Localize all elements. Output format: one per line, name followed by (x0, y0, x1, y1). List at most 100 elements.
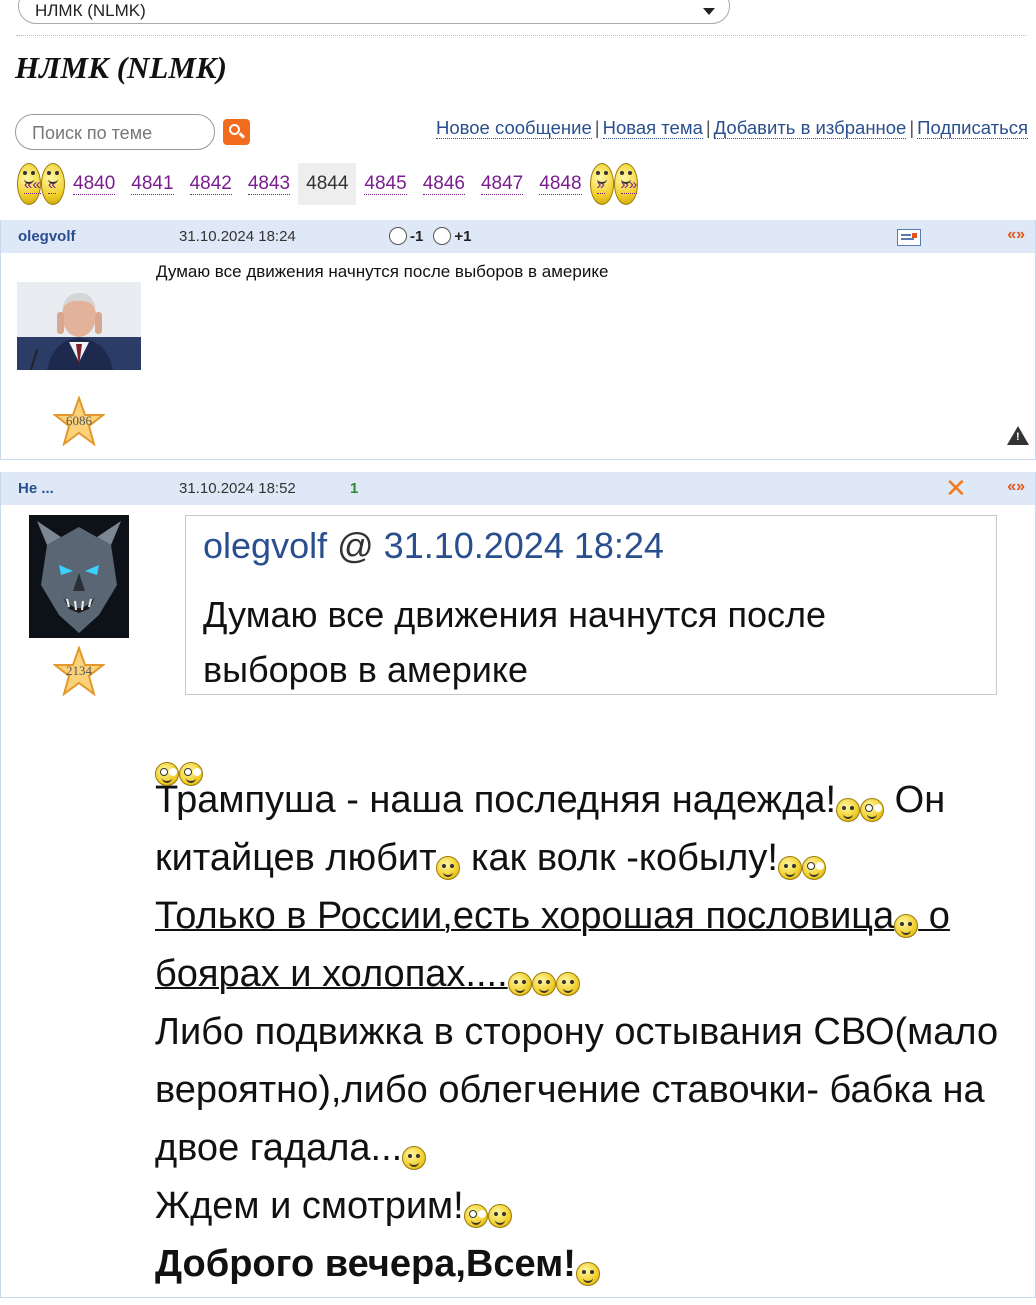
smiley-icon (777, 856, 802, 880)
post-paragraph: Либо подвижка в сторону остывания СВО(ма… (155, 1003, 1025, 1177)
profile-card-icon[interactable] (897, 229, 921, 246)
pager-page[interactable]: 4840 (65, 163, 123, 205)
pager-page-label: 4843 (247, 173, 291, 195)
pager-prev[interactable]: « (41, 163, 65, 205)
vote-plus-radio[interactable] (433, 227, 452, 245)
pager-page[interactable]: 4841 (123, 163, 181, 205)
vote-minus-radio[interactable] (389, 227, 407, 245)
post-text-line: Только в России,есть хорошая пословица (155, 895, 895, 937)
separator: | (909, 117, 915, 138)
vote-plus-label: +1 (454, 228, 472, 245)
chevron-down-icon (703, 8, 715, 15)
pager-page[interactable]: 4843 (240, 163, 298, 205)
pager-page-label: 4845 (364, 173, 407, 195)
pager-page-label: 4840 (73, 173, 116, 195)
rating-value: 6086 (66, 413, 92, 428)
pager-last-label: »» (620, 176, 638, 194)
post-author[interactable]: olegvolf (18, 228, 76, 245)
pager-page[interactable]: 4848 (531, 163, 589, 205)
smiley-icon (507, 972, 532, 996)
smiley-row (155, 735, 1025, 786)
smiley-icon (463, 1204, 488, 1228)
post-paragraph: Трампуша - наша последняя надежда! Он ки… (155, 771, 1025, 887)
pager-page[interactable]: 4842 (182, 163, 240, 205)
pager-next[interactable]: » (589, 163, 614, 205)
separator: | (594, 117, 600, 138)
pager-page[interactable]: 4845 (356, 163, 414, 205)
quote-author[interactable]: olegvolf (203, 525, 327, 566)
avatar[interactable] (17, 282, 141, 370)
quote-at: @ (337, 525, 374, 566)
post-text-line: Ждем и смотрим! (155, 1185, 464, 1227)
add-favorite-link[interactable]: Добавить в избранное (713, 117, 907, 139)
post-text-line: Либо подвижка в сторону остывания СВО(ма… (155, 1011, 999, 1169)
quote-date[interactable]: 31.10.2024 18:24 (384, 525, 664, 566)
smiley-icon (575, 1262, 600, 1286)
post-text-line: Трампуша - наша последняя надежда! (155, 779, 837, 821)
post-text: Трампуша - наша последняя надежда! Он ки… (155, 735, 1025, 1293)
pager-page-label: 4848 (539, 173, 582, 195)
pager-page-label: 4847 (480, 173, 524, 195)
smiley-icon (402, 1146, 427, 1170)
pager-page-label: 4841 (131, 173, 174, 195)
post-text-line: Доброго вечера,Всем! (155, 1243, 576, 1285)
post-date: 31.10.2024 18:24 (179, 228, 296, 245)
new-message-link[interactable]: Новое сообщение (436, 117, 592, 139)
smiley-icon (555, 972, 580, 996)
divider (16, 35, 1026, 36)
avatar[interactable] (29, 515, 129, 638)
post-text-line: как волк -кобылу! (460, 837, 778, 879)
pager-page[interactable]: 4847 (473, 163, 531, 205)
topic-select-value: НЛМК (NLMK) (35, 1, 146, 20)
new-topic-link[interactable]: Новая тема (602, 117, 703, 139)
page-title: НЛМК (NLMK) (15, 50, 227, 85)
post-header: olegvolf 31.10.2024 18:24 -1 +1 «» (1, 220, 1035, 253)
separator: | (705, 117, 711, 138)
smiley-icon (179, 762, 203, 786)
rating-star: 6086 (52, 394, 106, 447)
pager-next-label: » (596, 176, 605, 194)
quote-header: olegvolf @ 31.10.2024 18:24 (203, 525, 664, 567)
topic-actions: Новое сообщение | Новая тема | Добавить в из… (436, 117, 1028, 139)
smiley-icon (531, 972, 556, 996)
rating-star: 2134 (52, 644, 106, 697)
quote-arrows-icon[interactable]: «» (1007, 226, 1025, 244)
vote-controls: -1 +1 (389, 227, 481, 245)
pager-first[interactable]: «« (17, 163, 41, 205)
smiley-icon (894, 914, 919, 938)
topic-select[interactable]: НЛМК (NLMK) (18, 0, 730, 24)
pager-first-label: «« (24, 176, 41, 194)
post-paragraph: Только в России,есть хорошая пословица о… (155, 887, 1025, 1003)
smiley-icon (836, 798, 861, 822)
search-input[interactable]: Поиск по теме (15, 114, 215, 150)
quote-arrows-icon[interactable]: «» (1007, 478, 1025, 496)
report-warning-icon[interactable] (1007, 426, 1029, 445)
post-paragraph: Ждем и смотрим! (155, 1177, 1025, 1235)
search-placeholder: Поиск по теме (32, 123, 153, 143)
pager-page[interactable]: 4846 (415, 163, 473, 205)
smiley-icon (801, 856, 826, 880)
pager-last[interactable]: »» (613, 163, 638, 205)
smiley-icon (155, 762, 179, 786)
pager-page-label: 4842 (189, 173, 232, 195)
vote-minus-label: -1 (410, 228, 424, 245)
pager-prev-label: « (48, 176, 57, 194)
quote-block: olegvolf @ 31.10.2024 18:24 Думаю все дв… (185, 515, 997, 695)
pager-page-label: 4844 (306, 173, 349, 194)
post-header: Не ... 31.10.2024 18:52 1 ✕ «» (1, 472, 1035, 505)
subscribe-link[interactable]: Подписаться (917, 117, 1028, 139)
rating-value: 2134 (66, 663, 92, 678)
post-author[interactable]: Не ... (18, 480, 54, 497)
smiley-icon (860, 798, 885, 822)
pager-current-page: 4844 (298, 163, 357, 205)
reply-count-badge[interactable]: 1 (350, 480, 358, 497)
search-button[interactable] (223, 119, 250, 145)
post-date: 31.10.2024 18:52 (179, 480, 296, 497)
search-icon-handle (238, 132, 246, 139)
post-text: Думаю все движения начнутся после выборо… (156, 262, 609, 281)
smiley-icon (487, 1204, 512, 1228)
quote-text: Думаю все движения начнутся после выборо… (203, 594, 826, 690)
close-icon[interactable]: ✕ (945, 475, 967, 501)
pager-page-label: 4846 (422, 173, 465, 195)
post: olegvolf 31.10.2024 18:24 -1 +1 «» 6086 Д… (0, 220, 1036, 460)
